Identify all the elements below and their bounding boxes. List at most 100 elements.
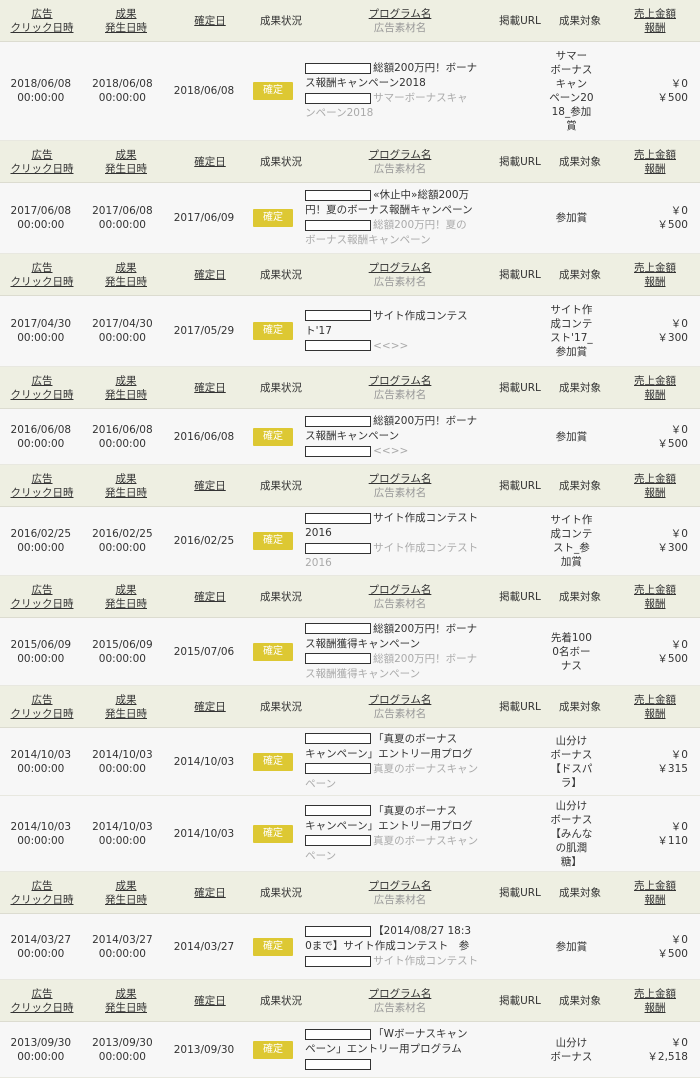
sort-link-occur-date-top[interactable]: 成果 — [116, 7, 137, 21]
header-target: 成果対象 — [550, 872, 610, 913]
sort-link-click-date[interactable]: クリック日時 — [11, 21, 74, 35]
target-line: 賞 — [566, 120, 577, 132]
header-target-label: 成果対象 — [559, 700, 601, 713]
redacted-box — [305, 805, 372, 816]
target-line: 参加賞 — [555, 346, 588, 358]
click-date: 2014/10/03 — [10, 820, 72, 833]
sort-link-occur-date-top[interactable]: 成果 — [116, 472, 137, 486]
sort-link-occur-date[interactable]: 発生日時 — [105, 707, 147, 721]
sort-link-click-date-top[interactable]: 広告 — [32, 583, 53, 597]
target-cell: 参加賞 — [542, 409, 600, 464]
sort-link-program[interactable]: プログラム名 — [369, 148, 432, 162]
sort-link-reward[interactable]: 報酬 — [645, 597, 666, 611]
sort-link-occur-date-top[interactable]: 成果 — [116, 693, 137, 707]
sort-link-program[interactable]: プログラム名 — [369, 987, 432, 1001]
sort-link-confirm-date[interactable]: 確定日 — [194, 590, 226, 604]
sort-link-program[interactable]: プログラム名 — [369, 583, 432, 597]
sort-link-sales[interactable]: 売上金額 — [634, 879, 676, 893]
sort-link-click-date-top[interactable]: 広告 — [32, 148, 53, 162]
sort-link-confirm-date[interactable]: 確定日 — [194, 155, 226, 169]
sort-link-program[interactable]: プログラム名 — [369, 374, 432, 388]
sort-link-occur-date[interactable]: 発生日時 — [105, 162, 147, 176]
sort-link-sales[interactable]: 売上金額 — [634, 261, 676, 275]
sort-link-confirm-date[interactable]: 確定日 — [194, 700, 226, 714]
redacted-box — [305, 542, 372, 554]
sort-link-reward[interactable]: 報酬 — [645, 21, 666, 35]
sort-link-confirm-date[interactable]: 確定日 — [194, 479, 226, 493]
redacted-box — [305, 1028, 372, 1040]
sort-link-confirm-date[interactable]: 確定日 — [194, 994, 226, 1008]
sort-link-sales[interactable]: 売上金額 — [634, 374, 676, 388]
sort-link-sales[interactable]: 売上金額 — [634, 7, 676, 21]
table-header: 広告 クリック日時 成果 発生日時 確定日 成果状況 プログラム名 広告素材名 掲載URL 成果対… — [0, 872, 700, 914]
ad-material-line: ンペーン2018 — [305, 106, 373, 121]
sort-link-occur-date[interactable]: 発生日時 — [105, 275, 147, 289]
sort-link-click-date-top[interactable]: 広告 — [32, 472, 53, 486]
header-url: 掲載URL — [490, 686, 550, 727]
reward-amount: ￥2,518 — [647, 1050, 688, 1063]
sort-link-click-date[interactable]: クリック日時 — [11, 275, 74, 289]
sort-link-click-date-top[interactable]: 広告 — [32, 7, 53, 21]
sort-link-click-date-top[interactable]: 広告 — [32, 693, 53, 707]
sort-link-click-date-top[interactable]: 広告 — [32, 987, 53, 1001]
header-url-label: 掲載URL — [499, 381, 541, 394]
header-target: 成果対象 — [550, 686, 610, 727]
click-datetime: 2013/09/30 00:00:00 — [11, 1036, 72, 1064]
sort-link-click-date-top[interactable]: 広告 — [32, 374, 53, 388]
sort-link-occur-date-top[interactable]: 成果 — [116, 261, 137, 275]
sort-link-click-date[interactable]: クリック日時 — [11, 893, 74, 907]
sort-link-reward[interactable]: 報酬 — [645, 1001, 666, 1015]
amount-cell: ￥0 ￥2,518 — [601, 1022, 700, 1077]
sort-link-click-date[interactable]: クリック日時 — [11, 388, 74, 402]
sort-link-occur-date[interactable]: 発生日時 — [105, 388, 147, 402]
amount-cell: ￥0 ￥500 — [601, 42, 700, 140]
sort-link-occur-date-top[interactable]: 成果 — [116, 148, 137, 162]
sort-link-click-date[interactable]: クリック日時 — [11, 707, 74, 721]
sort-link-program[interactable]: プログラム名 — [369, 693, 432, 707]
sort-link-confirm-date[interactable]: 確定日 — [194, 381, 226, 395]
header-target-label: 成果対象 — [559, 381, 601, 394]
sort-link-sales[interactable]: 売上金額 — [634, 693, 676, 707]
sort-link-reward[interactable]: 報酬 — [645, 486, 666, 500]
redacted-box — [305, 925, 372, 937]
sort-link-click-date-top[interactable]: 広告 — [32, 879, 53, 893]
occur-time: 00:00:00 — [98, 542, 146, 554]
sort-link-occur-date-top[interactable]: 成果 — [116, 879, 137, 893]
sort-link-program[interactable]: プログラム名 — [369, 879, 432, 893]
sort-link-reward[interactable]: 報酬 — [645, 275, 666, 289]
sort-link-occur-date[interactable]: 発生日時 — [105, 21, 147, 35]
sort-link-confirm-date[interactable]: 確定日 — [194, 886, 226, 900]
sort-link-occur-date[interactable]: 発生日時 — [105, 893, 147, 907]
sort-link-occur-date[interactable]: 発生日時 — [105, 1001, 147, 1015]
sort-link-occur-date[interactable]: 発生日時 — [105, 486, 147, 500]
sort-link-occur-date-top[interactable]: 成果 — [116, 583, 137, 597]
sort-link-click-date[interactable]: クリック日時 — [11, 1001, 74, 1015]
sort-link-sales[interactable]: 売上金額 — [634, 583, 676, 597]
sort-link-reward[interactable]: 報酬 — [645, 893, 666, 907]
sort-link-occur-date[interactable]: 発生日時 — [105, 597, 147, 611]
ad-material-line: サイト作成コンテスト — [305, 954, 478, 969]
sort-link-reward[interactable]: 報酬 — [645, 388, 666, 402]
sort-link-click-date[interactable]: クリック日時 — [11, 162, 74, 176]
sort-link-program[interactable]: プログラム名 — [369, 261, 432, 275]
sort-link-reward[interactable]: 報酬 — [645, 162, 666, 176]
sort-link-occur-date-top[interactable]: 成果 — [116, 987, 137, 1001]
occur-datetime: 2017/06/08 00:00:00 — [92, 204, 153, 232]
sort-link-click-date-top[interactable]: 広告 — [32, 261, 53, 275]
program-cell: «休止中»総額200万 円！夏のボーナス報酬キャンペーン 総額200万円！夏の ボーナ… — [301, 183, 484, 253]
sort-link-sales[interactable]: 売上金額 — [634, 987, 676, 1001]
sort-link-occur-date-top[interactable]: 成果 — [116, 374, 137, 388]
sort-link-click-date[interactable]: クリック日時 — [11, 486, 74, 500]
sort-link-sales[interactable]: 売上金額 — [634, 472, 676, 486]
sort-link-program[interactable]: プログラム名 — [369, 7, 432, 21]
target-cell: 参加賞 — [542, 183, 600, 253]
header-status: 成果状況 — [252, 367, 310, 408]
header-status: 成果状況 — [252, 980, 310, 1021]
sort-link-sales[interactable]: 売上金額 — [634, 148, 676, 162]
sort-link-confirm-date[interactable]: 確定日 — [194, 14, 226, 28]
sort-link-program[interactable]: プログラム名 — [369, 472, 432, 486]
header-url-label: 掲載URL — [499, 268, 541, 281]
sort-link-click-date[interactable]: クリック日時 — [11, 597, 74, 611]
sort-link-reward[interactable]: 報酬 — [645, 707, 666, 721]
sort-link-confirm-date[interactable]: 確定日 — [194, 268, 226, 282]
